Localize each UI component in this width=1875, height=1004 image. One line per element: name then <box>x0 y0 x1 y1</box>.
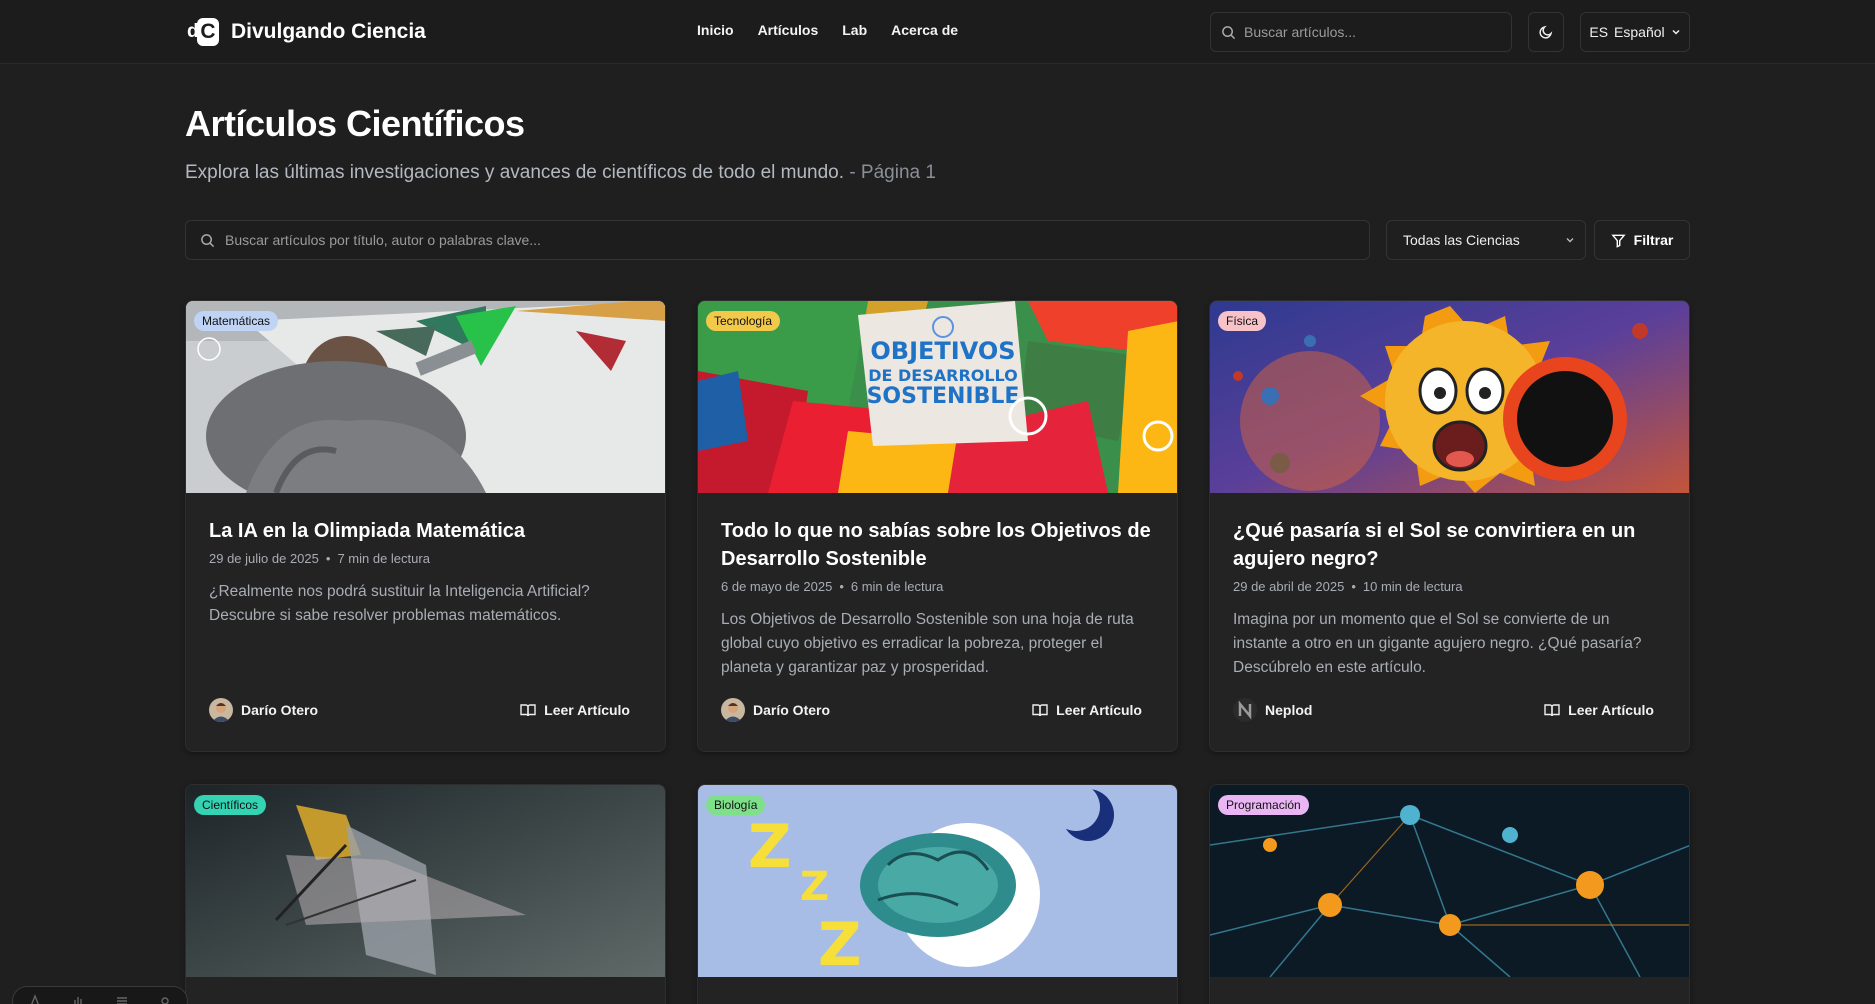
article-meta: 29 de julio de 2025 • 7 min de lectura <box>209 551 642 566</box>
language-selector[interactable]: ES Español <box>1580 12 1690 52</box>
read-article-link[interactable]: Leer Artículo <box>1032 702 1142 718</box>
sdg-image-text-3: SOSTENIBLE <box>867 384 1020 409</box>
article-author[interactable]: Darío Otero <box>209 698 318 722</box>
article-card[interactable]: Z Z Z Biología <box>697 784 1178 1004</box>
page-indicator: - Página 1 <box>849 162 936 183</box>
author-name: Darío Otero <box>753 702 831 718</box>
article-image: Matemáticas <box>186 301 665 493</box>
article-date: 29 de abril de 2025 <box>1233 579 1345 594</box>
article-card[interactable]: OBJETIVOS DE DESARROLLO SOSTENIBLE Tecno… <box>697 300 1178 752</box>
read-article-label: Leer Artículo <box>1568 702 1654 718</box>
brand-name: Divulgando Ciencia <box>231 20 426 43</box>
book-open-icon <box>1544 704 1560 717</box>
read-article-label: Leer Artículo <box>544 702 630 718</box>
chevron-down-icon <box>1672 29 1680 35</box>
search-icon <box>1222 25 1236 39</box>
article-search-input[interactable] <box>225 232 1325 248</box>
menu-icon[interactable] <box>115 994 129 1004</box>
article-search-box <box>185 220 1370 260</box>
nav-link-inicio[interactable]: Inicio <box>697 22 734 38</box>
page-subtitle: Explora las últimas investigaciones y av… <box>185 162 936 184</box>
article-read-time: 7 min de lectura <box>337 551 430 566</box>
logo-mark: d C <box>187 17 219 47</box>
article-image: OBJETIVOS DE DESARROLLO SOSTENIBLE Tecno… <box>698 301 1177 493</box>
article-meta: 29 de abril de 2025 • 10 min de lectura <box>1233 579 1666 594</box>
subtitle-text: Explora las últimas investigaciones y av… <box>185 162 845 183</box>
brand-logo[interactable]: d C Divulgando Ciencia <box>187 17 426 47</box>
article-read-time: 6 min de lectura <box>850 579 944 594</box>
moon-icon <box>1539 25 1553 39</box>
article-read-time: 10 min de lectura <box>1362 579 1463 594</box>
top-navbar: d C Divulgando Ciencia Inicio Artículos … <box>0 0 1875 64</box>
settings-icon[interactable] <box>158 994 172 1004</box>
read-article-label: Leer Artículo <box>1056 702 1142 718</box>
filter-icon <box>1611 234 1626 248</box>
category-select[interactable]: Todas las Ciencias <box>1386 220 1586 260</box>
language-label: Español <box>1614 24 1665 40</box>
article-date: 6 de mayo de 2025 <box>721 579 833 594</box>
svg-text:Z: Z <box>748 812 792 882</box>
article-date: 29 de julio de 2025 <box>209 551 319 566</box>
meta-separator: • <box>839 579 844 594</box>
avatar <box>209 698 233 722</box>
page-title: Artículos Científicos <box>185 103 525 144</box>
avatar <box>1233 698 1257 722</box>
article-image: Científicos <box>186 785 665 977</box>
article-title[interactable]: La IA en la Olimpiada Matemática <box>209 517 642 545</box>
article-card[interactable]: Programación <box>1209 784 1690 1004</box>
read-article-link[interactable]: Leer Artículo <box>520 702 630 718</box>
article-author[interactable]: Darío Otero <box>721 698 830 722</box>
sdg-image-text-1: OBJETIVOS <box>870 337 1015 365</box>
author-name: Neplod <box>1265 702 1313 718</box>
author-name: Darío Otero <box>241 702 319 718</box>
filter-button[interactable]: Filtrar <box>1594 220 1690 260</box>
meta-separator: • <box>325 551 331 566</box>
nav-link-articulos[interactable]: Artículos <box>758 22 819 38</box>
top-search-input[interactable] <box>1244 24 1494 40</box>
category-badge: Programación <box>1218 795 1309 815</box>
category-badge: Matemáticas <box>194 311 279 331</box>
meta-separator: • <box>1351 579 1356 594</box>
nav-link-acerca-de[interactable]: Acerca de <box>891 22 958 38</box>
article-excerpt: Los Objetivos de Desarrollo Sostenible s… <box>721 611 1134 676</box>
article-card[interactable]: Matemáticas La IA en la Olimpiada Matemá… <box>185 300 666 752</box>
article-image: Programación <box>1210 785 1689 977</box>
article-excerpt: Imagina por un momento que el Sol se con… <box>1233 611 1642 676</box>
article-excerpt: ¿Realmente nos podrá sustituir la Inteli… <box>209 583 590 624</box>
article-card[interactable]: Física ¿Qué pasaría si el Sol se convirt… <box>1209 300 1690 752</box>
hand-icon[interactable] <box>71 994 85 1004</box>
book-open-icon <box>520 704 536 717</box>
category-badge: Tecnología <box>706 311 781 331</box>
avatar <box>721 698 745 722</box>
svg-text:Z: Z <box>800 864 829 910</box>
logo-mark-c: C <box>197 18 219 46</box>
category-select-value: Todas las Ciencias <box>1403 232 1520 248</box>
category-badge: Científicos <box>194 795 267 815</box>
chevron-down-icon <box>1566 238 1574 243</box>
article-image: Física <box>1210 301 1689 493</box>
book-open-icon <box>1032 704 1048 717</box>
theme-toggle-button[interactable] <box>1528 12 1564 52</box>
sdg-image-text-2: DE DESARROLLO <box>868 366 1018 385</box>
tool-icon[interactable] <box>28 994 42 1004</box>
svg-text:Z: Z <box>818 910 862 977</box>
article-author[interactable]: Neplod <box>1233 698 1312 722</box>
article-title[interactable]: Todo lo que no sabías sobre los Objetivo… <box>721 517 1154 573</box>
floating-toolbar <box>12 986 188 1004</box>
language-code: ES <box>1589 24 1609 40</box>
article-title[interactable]: ¿Qué pasaría si el Sol se convirtiera en… <box>1233 517 1666 573</box>
top-search-box <box>1210 12 1512 52</box>
article-meta: 6 de mayo de 2025 • 6 min de lectura <box>721 579 1154 594</box>
read-article-link[interactable]: Leer Artículo <box>1544 702 1654 718</box>
article-image: Z Z Z Biología <box>698 785 1177 977</box>
article-card[interactable]: Científicos <box>185 784 666 1004</box>
nav-links: Inicio Artículos Lab Acerca de <box>697 22 958 38</box>
nav-link-lab[interactable]: Lab <box>842 22 867 38</box>
category-badge: Biología <box>706 795 766 815</box>
filter-label: Filtrar <box>1633 232 1674 248</box>
category-badge: Física <box>1218 311 1267 331</box>
search-icon <box>201 233 215 247</box>
